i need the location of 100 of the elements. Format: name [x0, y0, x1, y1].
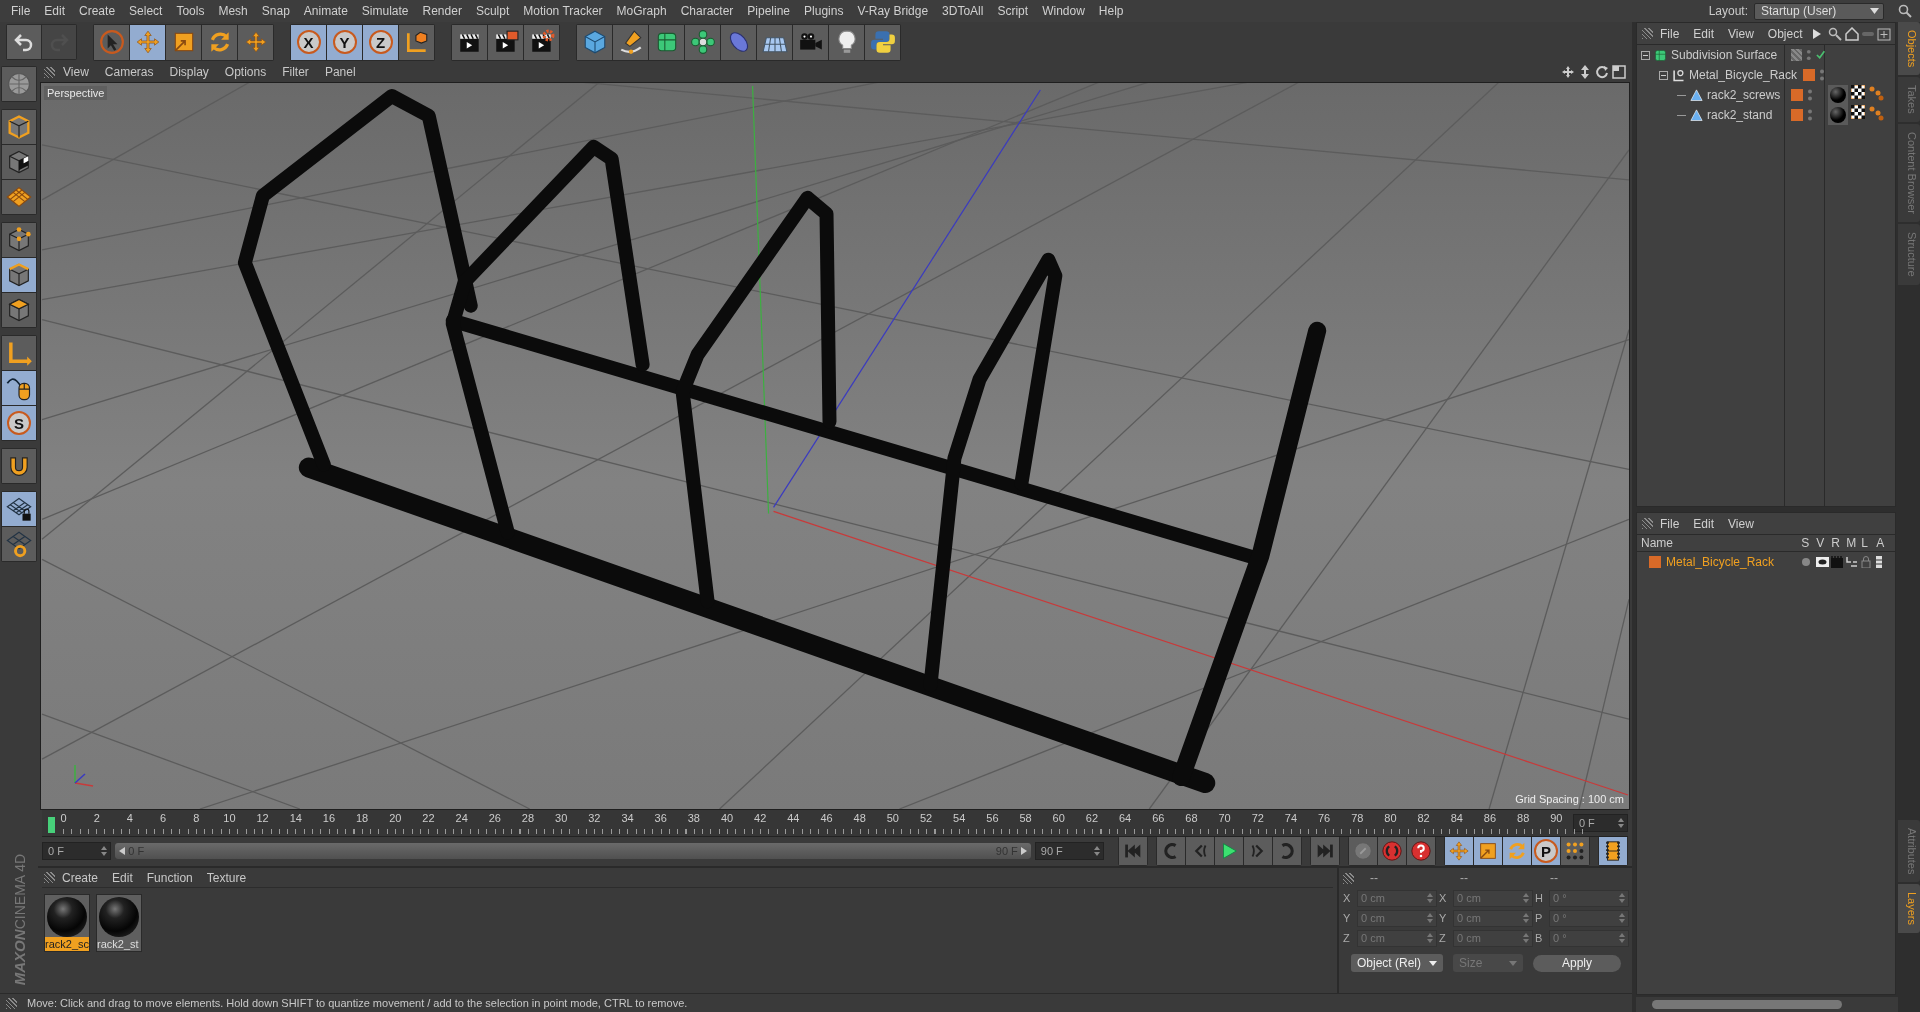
viewport-menu-item[interactable]: View	[55, 65, 97, 79]
spinner-icon[interactable]	[1427, 913, 1433, 923]
horizontal-scrollbar[interactable]	[1636, 997, 1898, 1012]
object-name[interactable]: Subdivision Surface	[1671, 48, 1778, 62]
menu-item[interactable]: Edit	[37, 4, 73, 18]
last-frame-button[interactable]	[1311, 837, 1339, 865]
viewport-menu-item[interactable]: Panel	[316, 65, 364, 79]
previous-frame-button[interactable]	[1186, 837, 1214, 865]
menu-item[interactable]: Plugins	[797, 4, 851, 18]
check-icon[interactable]	[1815, 50, 1826, 60]
menu-item[interactable]: Animate	[296, 4, 355, 18]
material-menu-item[interactable]: Function	[139, 870, 200, 885]
panel-menu-item[interactable]: Edit	[1686, 26, 1722, 41]
spinner-icon[interactable]	[1523, 933, 1529, 943]
material-menu-item[interactable]: Texture	[199, 870, 254, 885]
eye-icon[interactable]	[1816, 557, 1830, 567]
spinner-icon[interactable]	[1619, 893, 1625, 903]
record-button[interactable]	[1378, 837, 1406, 865]
workplane-button[interactable]	[2, 180, 36, 214]
panel-menu-item[interactable]: Object	[1760, 26, 1810, 41]
first-frame-button[interactable]	[1119, 837, 1147, 865]
material-menu-item[interactable]: Edit	[105, 870, 140, 885]
search-icon[interactable]	[1828, 26, 1843, 41]
workplane-rotate-button[interactable]	[2, 527, 36, 561]
menu-item[interactable]: V-Ray Bridge	[850, 4, 936, 18]
animation-icon[interactable]	[1876, 556, 1883, 568]
menu-item[interactable]: Create	[72, 4, 123, 18]
spinner-icon[interactable]	[1619, 933, 1625, 943]
timeline-film-button[interactable]	[1599, 837, 1627, 865]
transform-button[interactable]	[238, 24, 273, 60]
spinner-icon[interactable]	[1427, 893, 1433, 903]
material-menu-item[interactable]: Create	[55, 870, 106, 885]
key-parameter-button[interactable]: P	[1532, 837, 1560, 865]
menu-item[interactable]: Character	[673, 4, 741, 18]
home-icon[interactable]	[1845, 26, 1860, 41]
texture-button[interactable]	[2, 145, 36, 179]
subdivision-button[interactable]	[649, 24, 684, 60]
menu-item[interactable]: Pipeline	[740, 4, 798, 18]
layout-dropdown[interactable]: Startup (User)	[1754, 2, 1884, 20]
material-swatch[interactable]: rack2_sc	[44, 894, 90, 952]
coordinate-system-button[interactable]	[399, 24, 434, 60]
no-layer-swatch[interactable]	[1791, 49, 1803, 61]
mode-dropdown[interactable]: Object (Rel)	[1351, 954, 1443, 972]
render-picture-button[interactable]	[488, 24, 523, 60]
expand-toggle[interactable]	[1641, 50, 1650, 60]
panel-tab[interactable]: Layers	[1898, 883, 1920, 933]
viewport-menu-item[interactable]: Options	[216, 65, 275, 79]
menu-item[interactable]: Mesh	[211, 4, 255, 18]
lock-workplane-button[interactable]	[2, 492, 36, 526]
render-settings-button[interactable]	[524, 24, 559, 60]
object-name[interactable]: Metal_Bicycle_Rack	[1689, 68, 1798, 82]
spinner-icon[interactable]	[1523, 913, 1529, 923]
cube-button[interactable]	[577, 24, 612, 60]
model-button[interactable]	[2, 110, 36, 144]
spinner-icon[interactable]	[1523, 893, 1529, 903]
camera-label[interactable]: Perspective	[44, 86, 108, 100]
move-button[interactable]	[130, 24, 165, 60]
menu-item[interactable]: Select	[122, 4, 170, 18]
next-frame-button[interactable]	[1244, 837, 1272, 865]
axis-lock-button[interactable]: Y	[327, 24, 362, 60]
viewport-menu-item[interactable]: Cameras	[96, 65, 162, 79]
make-editable-button[interactable]	[2, 67, 36, 101]
panel-grip-icon[interactable]	[44, 66, 55, 78]
undo-button[interactable]	[7, 25, 41, 59]
spinner-icon[interactable]	[1619, 913, 1625, 923]
zoom-view-icon[interactable]	[1578, 65, 1592, 79]
pen-button[interactable]	[613, 24, 648, 60]
spinner-icon[interactable]	[1094, 846, 1100, 856]
panel-menu-item[interactable]: File	[1653, 516, 1687, 531]
menu-item[interactable]: Sculpt	[468, 4, 517, 18]
axis-lock-button[interactable]: X	[291, 24, 326, 60]
start-frame-field[interactable]: 0 F	[42, 842, 112, 860]
previous-key-button[interactable]	[1157, 837, 1185, 865]
expand-toggle[interactable]	[1659, 70, 1668, 80]
visibility-dots-icon[interactable]	[1807, 88, 1814, 102]
selection-tag-icon[interactable]	[1868, 85, 1885, 101]
axis-mode-button[interactable]	[2, 336, 36, 370]
menu-item[interactable]: Window	[1035, 4, 1092, 18]
menu-item[interactable]: Tools	[169, 4, 212, 18]
timeline-ruler[interactable]: 0 2 4 6 8 10 12 14 16 18 20 22 24 26 28 30 32 34 36 38 40 42 44 46 48 50 52 54 56 58 60 62 64 66 68 70 72 74 76 78 80 82 84 86 88 90 0 F	[42, 810, 1628, 837]
maximize-view-icon[interactable]	[1612, 65, 1626, 79]
menu-item[interactable]: Render	[415, 4, 469, 18]
render-view-button[interactable]	[452, 24, 487, 60]
menu-item[interactable]: 3DToAll	[935, 4, 991, 18]
solo-dot-icon[interactable]	[1801, 557, 1812, 567]
play-button[interactable]	[1215, 837, 1243, 865]
apply-button[interactable]: Apply	[1533, 954, 1621, 972]
visibility-dots-icon[interactable]	[1806, 48, 1812, 62]
panel-menu-item[interactable]: File	[1653, 26, 1687, 41]
layer-color-swatch[interactable]	[1791, 89, 1804, 101]
layer-color-swatch[interactable]	[1803, 69, 1816, 81]
new-panel-icon[interactable]	[1877, 26, 1892, 41]
panel-tab[interactable]: Objects	[1898, 22, 1920, 76]
panel-menu-item[interactable]: View	[1721, 516, 1761, 531]
rotate-button[interactable]	[202, 24, 237, 60]
search-icon[interactable]	[1898, 4, 1912, 18]
frame-field[interactable]: 0 F	[1572, 814, 1628, 832]
polygons-button[interactable]	[2, 293, 36, 327]
panel-grip-icon[interactable]	[6, 997, 17, 1009]
edges-button[interactable]	[2, 258, 36, 292]
